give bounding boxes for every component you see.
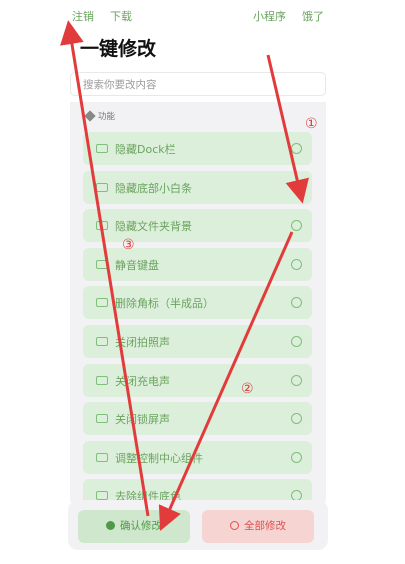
annotation-two: ② [241,381,254,397]
list-item[interactable]: 调整控制中心组件 [83,440,312,474]
item-label: 隐藏Dock栏 [115,143,176,156]
folder-icon [96,144,108,153]
folder-icon [96,221,108,231]
radio-icon[interactable] [291,297,302,309]
logout-link[interactable]: 注销 [72,8,94,24]
item-label: 隐藏底部小白条 [115,181,192,195]
radio-icon[interactable] [291,374,302,386]
list-item[interactable]: 关闭充电声 [83,363,312,397]
radio-icon[interactable] [291,220,302,232]
list-item[interactable]: 删除角标（半成品） [83,286,312,320]
hammer-icon [84,110,96,122]
folder-icon [96,375,108,385]
app-screen: 注销 下载 小程序 饿了 一键修改 搜索你要改内容 功能 隐藏Dock栏隐藏底部… [58,0,338,564]
folder-icon [96,182,108,192]
top-nav: 注销 下载 小程序 饿了 [72,8,324,24]
annotation-one: ① [305,116,318,132]
item-label: 关闭拍照声 [115,336,170,349]
folder-icon [96,452,108,462]
folder-icon [96,414,108,424]
radio-icon[interactable] [291,413,302,425]
radio-checked-icon[interactable] [291,181,302,193]
list-item[interactable]: 关闭拍照声 [83,325,312,358]
mini-program-link[interactable]: 小程序 [253,8,286,24]
radio-icon[interactable] [291,451,302,463]
section-label: 功能 [98,112,116,122]
item-label: 调整控制中心组件 [115,451,203,465]
bottom-action-bar: 确认修改 全部修改 [68,500,328,550]
modify-all-button[interactable]: 全部修改 [202,510,314,543]
list-item[interactable]: 隐藏Dock栏 [83,132,312,165]
list-item[interactable]: 隐藏文件夹背景 [83,209,312,243]
item-label: 关闭锁屏声 [115,413,170,427]
search-input[interactable]: 搜索你要改内容 [70,72,326,96]
folder-icon [96,337,108,346]
item-label: 删除角标（半成品） [115,297,214,311]
folder-icon [96,298,108,308]
page-title: 一键修改 [80,38,157,60]
radio-icon[interactable] [291,336,302,347]
radio-icon[interactable] [291,258,302,270]
section-header: 功能 [84,110,116,122]
item-label: 关闭充电声 [115,374,170,388]
item-label: 隐藏文件夹背景 [115,220,192,234]
list-item[interactable]: 静音键盘 [83,247,312,281]
confirm-label: 确认修改 [120,520,162,532]
item-label: 静音键盘 [115,258,159,272]
radio-icon[interactable] [291,143,302,154]
folder-icon [96,259,108,269]
globe-icon [230,521,239,530]
annotation-three: ③ [122,237,135,253]
modify-all-label: 全部修改 [244,520,286,532]
confirm-button[interactable]: 确认修改 [78,510,190,543]
list-item[interactable]: 关闭锁屏声 [83,402,312,436]
list-item[interactable]: 隐藏底部小白条 [83,170,312,204]
lazy-link[interactable]: 饿了 [302,8,324,24]
check-circle-icon [106,521,115,530]
download-link[interactable]: 下载 [110,8,132,24]
